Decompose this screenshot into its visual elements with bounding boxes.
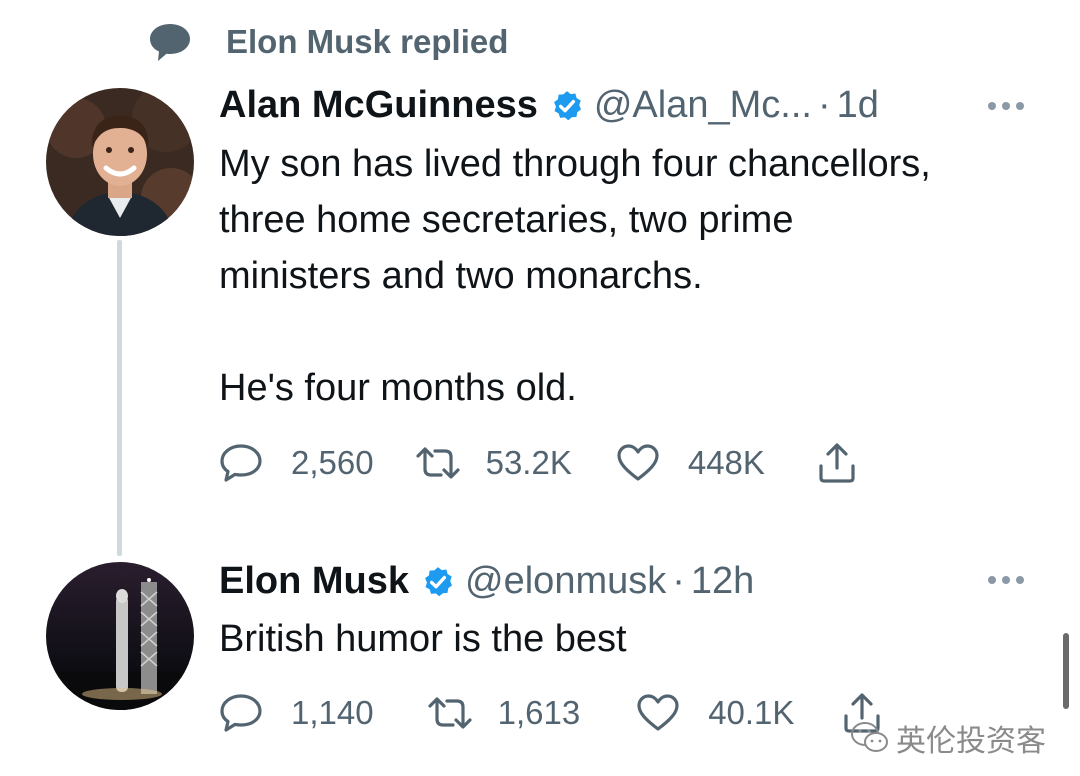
reply-count: 1,140: [291, 694, 374, 731]
tweet-timestamp[interactable]: 1d: [837, 84, 879, 127]
verified-badge-icon: [550, 89, 584, 123]
tweet-text: British humor is the best: [219, 618, 627, 660]
scrollbar[interactable]: [1063, 633, 1069, 709]
heart-icon: [637, 694, 679, 731]
avatar-elon-musk[interactable]: [46, 562, 194, 710]
author-handle[interactable]: @Alan_Mc...: [594, 84, 812, 127]
watermark: 英伦投资客: [850, 716, 1046, 760]
heart-icon: [617, 444, 659, 481]
separator-dot: ·: [672, 560, 685, 602]
speech-bubble-icon: [150, 24, 190, 61]
author-name[interactable]: Alan McGuinness: [219, 84, 538, 127]
like-count: 448K: [687, 444, 765, 481]
like-count: 40.1K: [708, 694, 795, 731]
reply-button[interactable]: 1,140: [219, 693, 374, 733]
retweet-button[interactable]: 53.2K: [414, 443, 572, 483]
reply-button[interactable]: 2,560: [219, 443, 374, 483]
more-options-icon[interactable]: [988, 576, 1024, 584]
social-context: Elon Musk replied: [148, 22, 508, 62]
like-button[interactable]: 40.1K: [636, 693, 794, 733]
retweet-count: 53.2K: [485, 444, 572, 481]
avatar-alan-mcguinness[interactable]: [46, 88, 194, 236]
share-button[interactable]: [817, 442, 857, 484]
tweet-actions: 2,560 53.2K 448K: [219, 442, 857, 484]
tweet-header: Alan McGuinness @Alan_Mc... · 1d: [219, 84, 879, 127]
author-name[interactable]: Elon Musk: [219, 560, 409, 603]
like-button[interactable]: 448K: [616, 443, 765, 483]
tweet-timestamp[interactable]: 12h: [691, 560, 754, 603]
author-handle[interactable]: @elonmusk: [465, 560, 666, 603]
retweet-icon: [415, 447, 460, 479]
tweet-text: My son has lived through four chancellor…: [219, 143, 931, 409]
tweet-header: Elon Musk @elonmusk · 12h: [219, 560, 754, 603]
reply-count: 2,560: [291, 444, 374, 481]
reply-icon: [220, 694, 262, 732]
reply-icon: [220, 444, 262, 482]
tweet-actions: 1,140 1,613 40.1K: [219, 692, 882, 734]
wechat-icon: [851, 722, 888, 752]
more-options-icon[interactable]: [988, 102, 1024, 110]
watermark-text: 英伦投资客: [896, 725, 1046, 758]
social-context-label: Elon Musk replied: [226, 23, 509, 60]
retweet-icon: [427, 697, 472, 729]
verified-badge-icon: [421, 565, 455, 599]
separator-dot: ·: [817, 84, 831, 126]
retweet-count: 1,613: [497, 694, 581, 731]
retweet-button[interactable]: 1,613: [426, 693, 581, 733]
thread-line: [117, 240, 122, 556]
share-icon: [819, 443, 855, 483]
